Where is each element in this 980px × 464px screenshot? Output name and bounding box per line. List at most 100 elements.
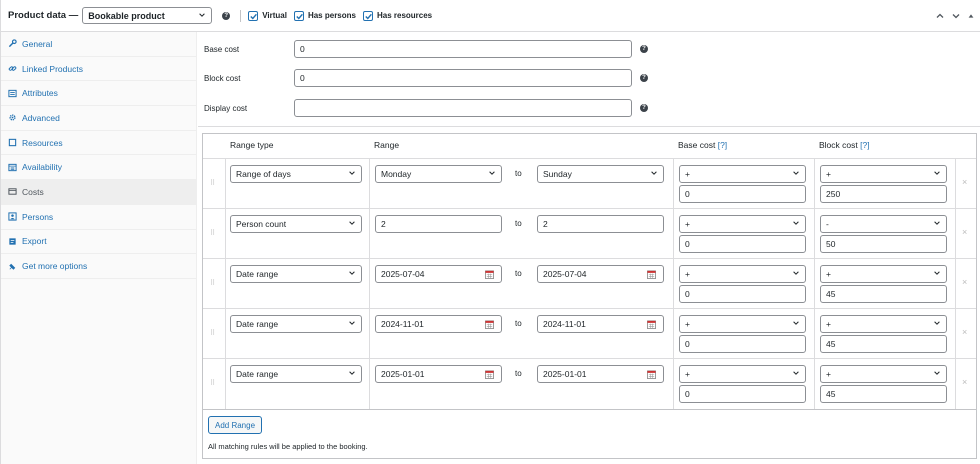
range-type-select[interactable]: Date range — [230, 265, 362, 283]
range-from-select[interactable]: Monday — [375, 165, 502, 183]
range-from-date-input[interactable]: 2024-11-01 — [375, 315, 502, 333]
block-cost-modifier-select[interactable]: + — [820, 165, 947, 183]
block-cost-modifier-select[interactable]: + — [820, 315, 947, 333]
base-cost-modifier-value: + — [685, 169, 690, 179]
help-icon[interactable]: ? — [222, 11, 231, 20]
table-row: ⠿ Range of days Monday to Sunday + 0 + 2… — [203, 158, 976, 208]
block-cost-value-input[interactable]: 45 — [820, 335, 947, 353]
has-resources-option[interactable]: Has resources — [362, 10, 432, 21]
remove-row-icon[interactable]: × — [962, 327, 967, 337]
help-icon[interactable]: ? — [640, 104, 648, 112]
tab-resources-label: Resources — [22, 137, 63, 148]
calendar-icon[interactable] — [647, 270, 656, 279]
tab-availability[interactable]: Availability — [1, 155, 196, 181]
base-cost-modifier-select[interactable]: + — [679, 265, 806, 283]
display-cost-input[interactable] — [294, 99, 632, 117]
tab-export[interactable]: Export — [1, 230, 196, 255]
checkmark-icon — [250, 13, 258, 20]
drag-handle-icon[interactable]: ⠿ — [210, 229, 215, 237]
drag-handle-icon[interactable]: ⠿ — [210, 179, 215, 187]
base-cost-modifier-select[interactable]: + — [679, 165, 806, 183]
chevron-down-icon — [489, 171, 495, 175]
block-cost-value-input[interactable]: 45 — [820, 285, 947, 303]
product-type-select[interactable]: Bookable product — [82, 7, 213, 24]
persons-icon — [8, 212, 17, 221]
export-icon — [9, 238, 16, 245]
chevron-down-icon[interactable] — [951, 11, 961, 21]
base-cost-help-link[interactable]: [?] — [718, 140, 727, 150]
base-cost-modifier-select[interactable]: + — [679, 215, 806, 233]
block-cost-help-link[interactable]: [?] — [860, 140, 869, 150]
range-to-select[interactable]: Sunday — [537, 165, 664, 183]
base-cost-input[interactable]: 0 — [294, 40, 632, 58]
block-cost-modifier-select[interactable]: + — [820, 365, 947, 383]
box-icon — [8, 138, 17, 147]
tab-get-more-options-label: Get more options — [22, 261, 88, 272]
calendar-icon[interactable] — [647, 320, 656, 329]
header-base-cost: Base cost [?] — [678, 140, 727, 150]
tab-advanced[interactable]: Advanced — [1, 106, 196, 131]
drag-handle-icon[interactable]: ⠿ — [210, 279, 215, 287]
range-to-date-input[interactable]: 2025-01-01 — [537, 365, 664, 383]
remove-row-icon[interactable]: × — [962, 177, 967, 187]
block-cost-value-input[interactable]: 250 — [820, 185, 947, 203]
chevron-down-icon — [934, 221, 940, 225]
product-data-tabs: General Linked Products Attributes Advan… — [1, 32, 197, 464]
base-cost-row: Base cost 0 ? — [204, 40, 648, 58]
tab-get-more-options[interactable]: Get more options — [1, 254, 196, 279]
virtual-checkbox[interactable] — [248, 10, 259, 21]
block-cost-modifier-value: + — [826, 319, 831, 329]
collapse-triangle-icon[interactable] — [967, 12, 975, 20]
remove-row-icon[interactable]: × — [962, 377, 967, 387]
range-type-select[interactable]: Person count — [230, 215, 362, 233]
wrench-icon — [8, 39, 17, 48]
range-from-input[interactable]: 2 — [375, 215, 502, 233]
base-cost-modifier-value: + — [685, 219, 690, 229]
block-cost-value-input[interactable]: 50 — [820, 235, 947, 253]
calendar-icon[interactable] — [485, 370, 494, 379]
base-cost-value-input[interactable]: 0 — [679, 285, 806, 303]
calendar-icon[interactable] — [485, 320, 494, 329]
remove-row-icon[interactable]: × — [962, 277, 967, 287]
remove-row-icon[interactable]: × — [962, 227, 967, 237]
block-cost-modifier-select[interactable]: - — [820, 215, 947, 233]
range-type-select[interactable]: Date range — [230, 365, 362, 383]
base-cost-modifier-select[interactable]: + — [679, 365, 806, 383]
tab-resources[interactable]: Resources — [1, 131, 196, 156]
block-cost-modifier-select[interactable]: + — [820, 265, 947, 283]
block-cost-label: Block cost — [204, 73, 241, 83]
tab-linked-products[interactable]: Linked Products — [1, 57, 196, 82]
add-range-button[interactable]: Add Range — [208, 416, 262, 434]
tab-persons[interactable]: Persons — [1, 205, 196, 230]
tab-attributes[interactable]: Attributes — [1, 81, 196, 107]
has-persons-option[interactable]: Has persons — [293, 10, 356, 21]
range-type-select[interactable]: Date range — [230, 315, 362, 333]
range-to-input[interactable]: 2 — [537, 215, 664, 233]
base-cost-modifier-select[interactable]: + — [679, 315, 806, 333]
calendar-icon[interactable] — [485, 270, 494, 279]
base-cost-value-input[interactable]: 0 — [679, 385, 806, 403]
range-type-select[interactable]: Range of days — [230, 165, 362, 183]
virtual-option[interactable]: Virtual — [248, 10, 287, 21]
chevron-up-icon[interactable] — [935, 11, 945, 21]
base-cost-value-input[interactable]: 0 — [679, 235, 806, 253]
range-to-date-value: 2025-07-04 — [543, 269, 587, 279]
help-icon[interactable]: ? — [640, 45, 648, 53]
drag-handle-icon[interactable]: ⠿ — [210, 329, 215, 337]
base-cost-value-input[interactable]: 0 — [679, 335, 806, 353]
calendar-icon[interactable] — [647, 370, 656, 379]
range-from-date-input[interactable]: 2025-01-01 — [375, 365, 502, 383]
block-cost-value-input[interactable]: 45 — [820, 385, 947, 403]
range-to-label: to — [515, 219, 522, 228]
has-persons-checkbox[interactable] — [293, 10, 304, 21]
range-to-date-input[interactable]: 2024-11-01 — [537, 315, 664, 333]
range-to-date-input[interactable]: 2025-07-04 — [537, 265, 664, 283]
block-cost-input[interactable]: 0 — [294, 69, 632, 87]
tab-general[interactable]: General — [1, 32, 196, 57]
drag-handle-icon[interactable]: ⠿ — [210, 379, 215, 387]
tab-costs[interactable]: Costs — [1, 180, 196, 205]
help-icon[interactable]: ? — [640, 74, 648, 82]
base-cost-value-input[interactable]: 0 — [679, 185, 806, 203]
has-resources-checkbox[interactable] — [362, 10, 373, 21]
range-from-date-input[interactable]: 2025-07-04 — [375, 265, 502, 283]
